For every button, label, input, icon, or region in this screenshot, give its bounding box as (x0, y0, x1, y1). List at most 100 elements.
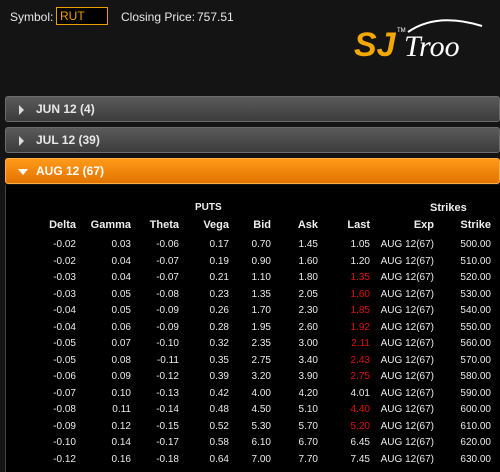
symbol-input[interactable] (56, 7, 108, 25)
cell-strike: 630.00 (460, 453, 491, 465)
table-row[interactable]: -0.03 0.04 -0.07 0.21 1.10 1.80 1.35 AUG 12(67)… (6, 270, 500, 287)
cell-exp: AUG 12(67) (380, 255, 434, 267)
cell-gamma: 0.03 (111, 239, 131, 250)
options-table-body: -0.02 0.03 -0.06 0.17 0.70 1.45 1.05 AUG 12(67)… (6, 237, 500, 468)
cell-gamma: 0.12 (111, 420, 131, 432)
cell-strike: 560.00 (460, 338, 491, 349)
cell-strike: 580.00 (460, 371, 491, 382)
table-row[interactable]: -0.08 0.11 -0.14 0.48 4.50 5.10 4.40 AUG 12(67)… (6, 402, 500, 419)
table-row[interactable]: -0.04 0.05 -0.09 0.26 1.70 2.30 1.85 AUG 12(67)… (6, 303, 500, 320)
cell-delta: -0.05 (53, 338, 76, 349)
cell-vega: 0.39 (209, 371, 229, 382)
cell-delta: -0.03 (53, 272, 76, 283)
chevron-right-icon (19, 136, 24, 146)
table-row[interactable]: -0.09 0.12 -0.15 0.52 5.30 5.70 5.20 AUG 12(67)… (6, 419, 500, 436)
cell-delta: -0.07 (53, 387, 76, 399)
symbol-label: Symbol: (10, 10, 54, 24)
table-row[interactable]: -0.05 0.07 -0.10 0.32 2.35 3.00 2.11 AUG 12(67)… (6, 336, 500, 353)
cell-ask: 6.70 (298, 437, 318, 448)
cell-exp: AUG 12(67) (380, 354, 434, 366)
cell-bid: 1.35 (251, 288, 271, 300)
expiration-jun-bar[interactable]: JUN 12 (4) (5, 96, 500, 122)
cell-gamma: 0.06 (111, 321, 131, 333)
cell-bid: 1.10 (251, 272, 271, 283)
cell-gamma: 0.07 (111, 338, 131, 349)
cell-exp: AUG 12(67) (380, 272, 434, 283)
cell-ask: 1.60 (298, 255, 318, 267)
cell-vega: 0.42 (209, 387, 229, 399)
col-header-bid: Bid (253, 219, 271, 231)
strikes-heading: Strikes (430, 202, 467, 214)
chevron-down-icon (18, 169, 28, 175)
cell-theta: -0.09 (156, 305, 179, 316)
cell-bid: 0.70 (251, 239, 271, 250)
cell-vega: 0.58 (209, 437, 229, 448)
cell-delta: -0.06 (53, 371, 76, 382)
cell-bid: 1.95 (251, 321, 271, 333)
table-row[interactable]: -0.05 0.08 -0.11 0.35 2.75 3.40 2.43 AUG 12(67)… (6, 353, 500, 370)
cell-bid: 2.35 (251, 338, 271, 349)
cell-strike: 590.00 (460, 387, 491, 399)
cell-theta: -0.14 (156, 404, 179, 415)
expiration-aug-bar[interactable]: AUG 12 (67) (5, 158, 500, 184)
logo-sj-text: SJ (354, 26, 397, 64)
cell-bid: 3.20 (251, 371, 271, 382)
expiration-label: JUN 12 (4) (36, 102, 95, 116)
cell-theta: -0.15 (156, 420, 179, 432)
cell-delta: -0.10 (53, 437, 76, 448)
cell-theta: -0.17 (156, 437, 179, 448)
closing-price-label: Closing Price: (121, 10, 196, 24)
cell-strike: 600.00 (460, 404, 491, 415)
cell-vega: 0.21 (209, 272, 229, 283)
cell-theta: -0.08 (156, 288, 179, 300)
table-row[interactable]: -0.04 0.06 -0.09 0.28 1.95 2.60 1.92 AUG 12(67)… (6, 320, 500, 337)
cell-ask: 5.10 (298, 404, 318, 415)
cell-bid: 5.30 (251, 420, 271, 432)
table-row[interactable]: -0.10 0.14 -0.17 0.58 6.10 6.70 6.45 AUG 12(67)… (6, 435, 500, 452)
cell-strike: 520.00 (460, 272, 491, 283)
table-row[interactable]: -0.07 0.10 -0.13 0.42 4.00 4.20 4.01 AUG 12(67)… (6, 386, 500, 403)
col-header-theta: Theta (149, 219, 179, 231)
cell-exp: AUG 12(67) (380, 305, 434, 316)
col-header-last: Last (347, 219, 370, 231)
cell-theta: -0.07 (156, 272, 179, 283)
cell-gamma: 0.16 (111, 453, 131, 465)
cell-delta: -0.02 (53, 239, 76, 250)
cell-strike: 530.00 (460, 288, 491, 300)
expiration-jul-bar[interactable]: JUL 12 (39) (5, 127, 500, 153)
cell-vega: 0.17 (209, 239, 229, 250)
cell-strike: 620.00 (460, 437, 491, 448)
table-row[interactable]: -0.12 0.16 -0.18 0.64 7.00 7.70 7.45 AUG 12(67)… (6, 452, 500, 469)
cell-ask: 3.90 (298, 371, 318, 382)
cell-theta: -0.18 (156, 453, 179, 465)
table-row[interactable]: -0.02 0.03 -0.06 0.17 0.70 1.45 1.05 AUG 12(67)… (6, 237, 500, 254)
col-header-vega: Vega (203, 219, 229, 231)
cell-bid: 4.00 (251, 387, 271, 399)
cell-ask: 7.70 (298, 453, 318, 465)
table-row[interactable]: -0.06 0.09 -0.12 0.39 3.20 3.90 2.75 AUG 12(67)… (6, 369, 500, 386)
cell-strike: 500.00 (460, 239, 491, 250)
cell-vega: 0.19 (209, 255, 229, 267)
puts-heading: PUTS (195, 202, 222, 213)
cell-delta: -0.04 (53, 321, 76, 333)
cell-exp: AUG 12(67) (380, 420, 434, 432)
expiration-label: AUG 12 (67) (36, 164, 105, 178)
cell-gamma: 0.08 (111, 354, 131, 366)
cell-exp: AUG 12(67) (380, 437, 434, 448)
cell-ask: 3.00 (298, 338, 318, 349)
cell-bid: 1.70 (251, 305, 271, 316)
cell-strike: 610.00 (460, 420, 491, 432)
cell-exp: AUG 12(67) (380, 371, 434, 382)
cell-ask: 2.05 (298, 288, 318, 300)
cell-delta: -0.09 (53, 420, 76, 432)
table-row[interactable]: -0.02 0.04 -0.07 0.19 0.90 1.60 1.20 AUG 12(67)… (6, 254, 500, 271)
table-row[interactable]: -0.03 0.05 -0.08 0.23 1.35 2.05 1.60 AUG 12(67)… (6, 287, 500, 304)
col-header-ask: Ask (297, 219, 318, 231)
cell-bid: 6.10 (251, 437, 271, 448)
cell-vega: 0.23 (209, 288, 229, 300)
cell-ask: 3.40 (298, 354, 318, 366)
cell-vega: 0.52 (209, 420, 229, 432)
cell-bid: 2.75 (251, 354, 271, 366)
cell-theta: -0.12 (156, 371, 179, 382)
cell-theta: -0.11 (156, 354, 179, 366)
